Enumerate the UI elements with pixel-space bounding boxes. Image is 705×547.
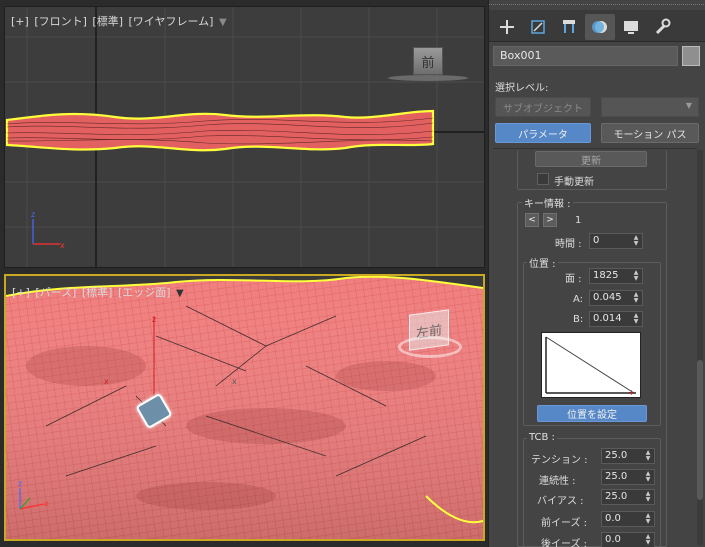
viewport-plus-menu[interactable]: [+] bbox=[12, 286, 30, 299]
viewcube-face-label: 前 bbox=[421, 55, 435, 71]
spinner-arrows-icon[interactable]: ▲ ▼ bbox=[644, 512, 652, 526]
viewport-mode-menu[interactable]: [ワイヤフレーム] bbox=[129, 15, 214, 28]
next-key-button[interactable]: > bbox=[543, 213, 557, 227]
a-value: 0.045 bbox=[593, 292, 622, 303]
svg-text:x: x bbox=[104, 377, 109, 386]
manual-update-label: 手動更新 bbox=[554, 177, 594, 188]
panel-grip[interactable] bbox=[489, 4, 705, 7]
viewport-view-menu[interactable]: [パース] bbox=[35, 286, 76, 299]
front-axis-gizmo: z x bbox=[31, 210, 65, 250]
svg-text:z: z bbox=[18, 479, 22, 488]
update-button[interactable]: 更新 bbox=[535, 151, 647, 167]
spinner-arrows-icon[interactable]: ▲ ▼ bbox=[632, 312, 640, 326]
front-viewport-label[interactable]: [+] [フロント] [標準] [ワイヤフレーム] ▼ bbox=[11, 13, 229, 29]
viewcube-ring bbox=[388, 75, 468, 81]
spinner-arrows-icon[interactable]: ▲ ▼ bbox=[644, 533, 652, 547]
tension-spinner[interactable]: 25.0 ▲ ▼ bbox=[601, 448, 655, 464]
chevron-down-icon: ▼ bbox=[685, 101, 692, 110]
ease-out-spinner[interactable]: 0.0 ▲ ▼ bbox=[601, 532, 655, 547]
tension-value: 25.0 bbox=[605, 450, 628, 461]
filter-icon[interactable]: ▼ bbox=[219, 17, 227, 28]
ease-in-label: 前イーズ : bbox=[541, 518, 588, 529]
subobject-button[interactable]: サブオブジェクト bbox=[495, 97, 591, 117]
face-spinner[interactable]: 1825 ▲ ▼ bbox=[589, 268, 643, 284]
spinner-arrows-icon[interactable]: ▲ ▼ bbox=[632, 234, 640, 248]
spinner-arrows-icon[interactable]: ▲ ▼ bbox=[644, 449, 652, 463]
spinner-arrows-icon[interactable]: ▲ ▼ bbox=[632, 269, 640, 283]
ease-out-value: 0.0 bbox=[605, 534, 621, 545]
position-title: 位置 : bbox=[527, 255, 558, 270]
face-label: 面 : bbox=[565, 274, 582, 285]
continuity-spinner[interactable]: 25.0 ▲ ▼ bbox=[601, 469, 655, 485]
tension-label: テンション : bbox=[531, 455, 588, 466]
perspective-viewport[interactable]: z x x z x [+] [パース] [標準] [エッジ面] ▼ 左前 bbox=[4, 274, 485, 541]
key-info-title: キー情報 : bbox=[522, 195, 573, 210]
svg-text:z: z bbox=[31, 210, 35, 219]
subobject-dropdown[interactable]: ▼ bbox=[601, 97, 699, 117]
viewcube-ring bbox=[398, 336, 462, 358]
command-panel: Box001 選択レベル: サブオブジェクト ▼ パラメータ モーション パス … bbox=[488, 0, 705, 547]
hierarchy-icon[interactable] bbox=[554, 14, 584, 40]
create-icon[interactable] bbox=[492, 14, 522, 40]
perspective-viewport-label[interactable]: [+] [パース] [標準] [エッジ面] ▼ bbox=[12, 284, 186, 300]
svg-text:+: + bbox=[628, 388, 635, 397]
object-color-swatch[interactable] bbox=[682, 46, 700, 66]
b-value: 0.014 bbox=[593, 313, 622, 324]
command-panel-tabs bbox=[489, 4, 705, 42]
motion-paths-button[interactable]: モーション パス bbox=[601, 123, 699, 143]
face-value: 1825 bbox=[593, 270, 619, 281]
key-number: 1 bbox=[575, 215, 582, 226]
viewport-mode-menu[interactable]: [エッジ面] bbox=[118, 286, 171, 299]
panel-scrollbar[interactable] bbox=[697, 150, 703, 545]
svg-text:x: x bbox=[44, 499, 49, 508]
continuity-label: 連続性 : bbox=[539, 476, 576, 487]
prev-key-button[interactable]: < bbox=[525, 213, 539, 227]
bias-spinner[interactable]: 25.0 ▲ ▼ bbox=[601, 489, 655, 505]
viewport-view-menu[interactable]: [フロント] bbox=[34, 15, 87, 28]
time-value: 0 bbox=[593, 235, 600, 246]
set-position-button[interactable]: 位置を設定 bbox=[537, 405, 647, 422]
spinner-arrows-icon[interactable]: ▲ ▼ bbox=[632, 291, 640, 305]
a-spinner[interactable]: 0.045 ▲ ▼ bbox=[589, 290, 643, 306]
selection-level-label: 選択レベル: bbox=[495, 83, 549, 94]
object-name-field[interactable]: Box001 bbox=[493, 46, 678, 66]
filter-icon[interactable]: ▼ bbox=[176, 288, 184, 299]
tcb-title: TCB : bbox=[527, 432, 557, 443]
position-curve-graph[interactable]: + bbox=[541, 332, 641, 398]
ease-out-label: 後イーズ : bbox=[541, 539, 588, 547]
svg-text:x: x bbox=[60, 241, 65, 250]
modify-icon[interactable] bbox=[523, 14, 553, 40]
viewport-shading-menu[interactable]: [標準] bbox=[92, 15, 123, 28]
utilities-icon[interactable] bbox=[647, 14, 677, 40]
continuity-value: 25.0 bbox=[605, 471, 628, 482]
parameters-button[interactable]: パラメータ bbox=[495, 123, 591, 143]
a-label: A: bbox=[573, 294, 584, 305]
motion-icon[interactable] bbox=[585, 14, 615, 40]
position-curve: + bbox=[545, 336, 636, 397]
front-viewport[interactable]: [+] [フロント] [標準] [ワイヤフレーム] ▼ z x 前 bbox=[4, 6, 485, 268]
time-spinner[interactable]: 0 ▲ ▼ bbox=[589, 233, 643, 249]
ease-in-spinner[interactable]: 0.0 ▲ ▼ bbox=[601, 511, 655, 527]
manual-update-checkbox[interactable] bbox=[537, 173, 549, 185]
spinner-arrows-icon[interactable]: ▲ ▼ bbox=[644, 490, 652, 504]
ease-in-value: 0.0 bbox=[605, 513, 621, 524]
panel-scrollbar-thumb[interactable] bbox=[697, 360, 703, 500]
viewport-shading-menu[interactable]: [標準] bbox=[82, 286, 113, 299]
bias-value: 25.0 bbox=[605, 491, 628, 502]
viewport-plus-menu[interactable]: [+] bbox=[11, 15, 29, 28]
b-spinner[interactable]: 0.014 ▲ ▼ bbox=[589, 311, 643, 327]
b-label: B: bbox=[573, 314, 584, 325]
spinner-arrows-icon[interactable]: ▲ ▼ bbox=[644, 470, 652, 484]
time-label: 時間 : bbox=[555, 239, 582, 250]
svg-text:z: z bbox=[152, 315, 156, 324]
display-icon[interactable] bbox=[616, 14, 646, 40]
bias-label: バイアス : bbox=[537, 496, 584, 507]
viewcube[interactable]: 前 bbox=[413, 47, 443, 75]
svg-text:x: x bbox=[232, 377, 237, 386]
